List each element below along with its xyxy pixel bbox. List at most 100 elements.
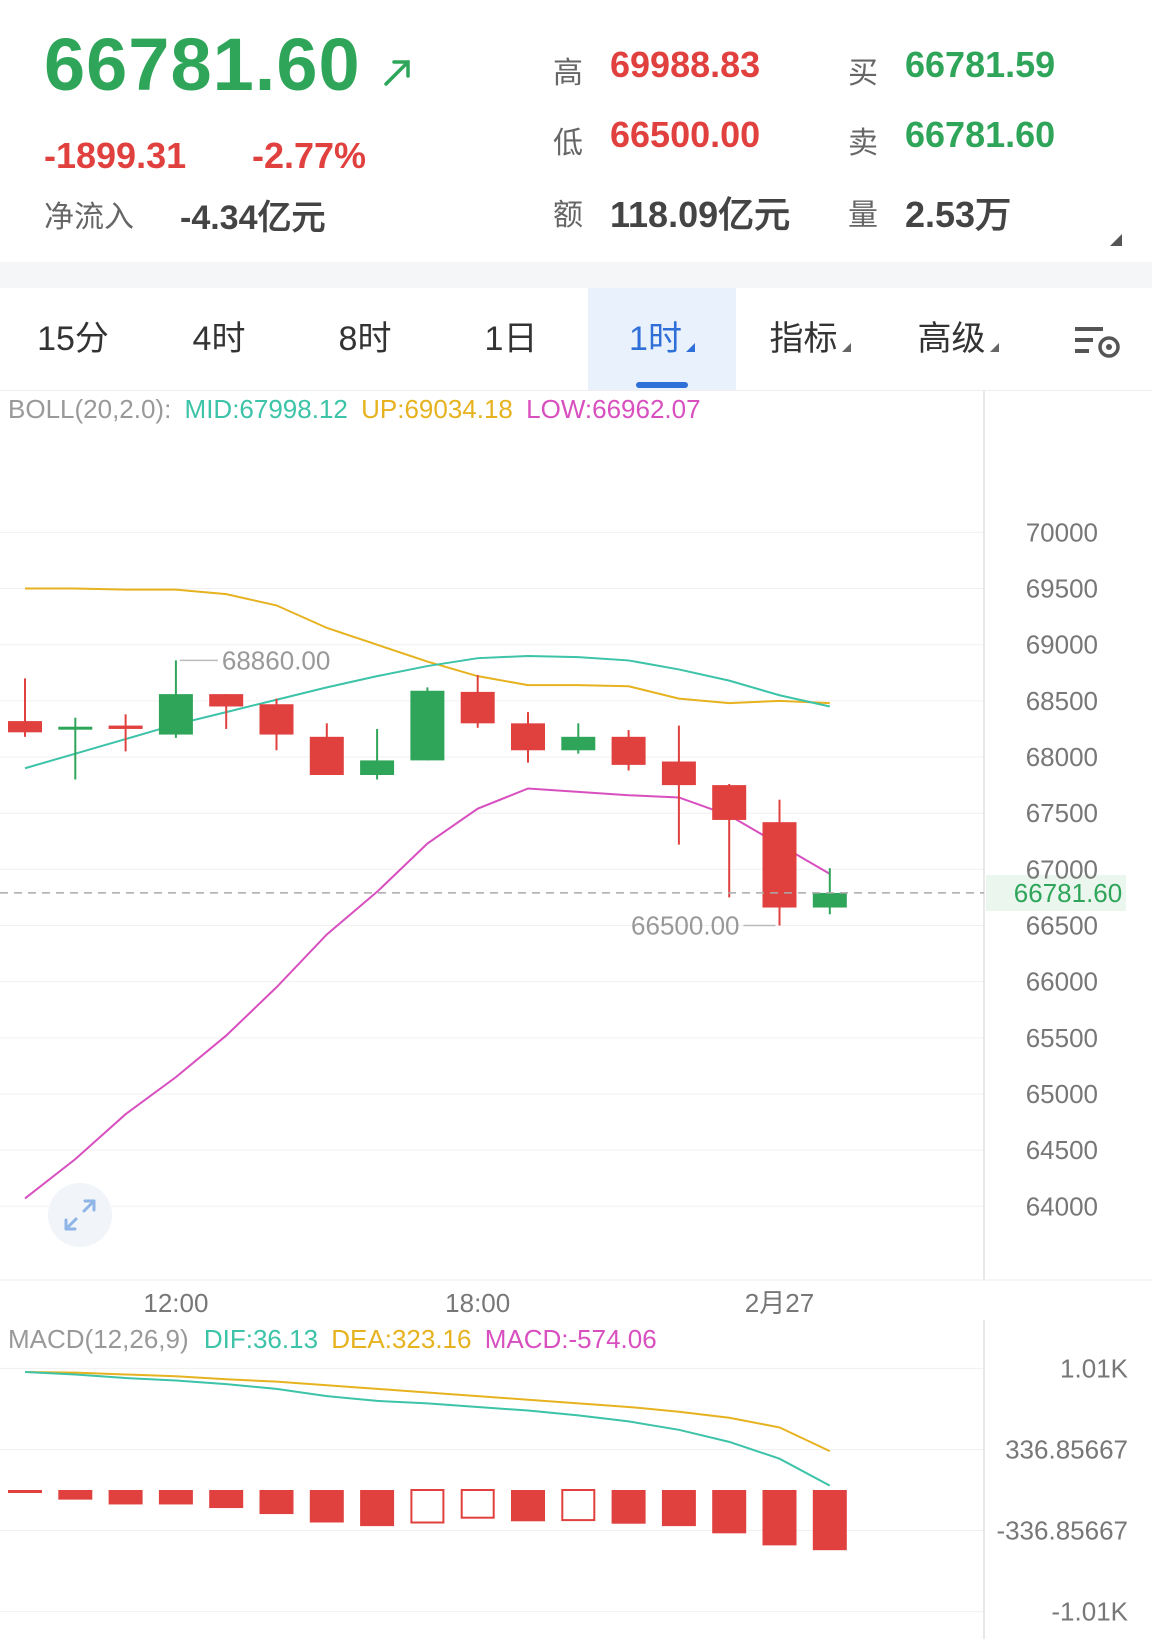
amount-label: 额	[553, 199, 583, 232]
tab-label: 15分	[37, 320, 109, 358]
macd-bar	[511, 1490, 545, 1522]
macd-chart[interactable]: 1.01K 336.85667 -336.85667 -1.01K MACD(12,2…	[0, 1320, 1152, 1639]
candle-body	[259, 704, 294, 735]
macd-bar	[58, 1490, 93, 1500]
volume-label: 量	[848, 199, 878, 232]
candle	[410, 687, 445, 761]
price-change: -1899.31	[44, 135, 187, 176]
candlestick-chart[interactable]: 68860.0066500.0066781.60 700006950069000…	[0, 390, 1152, 1320]
y-tick-label: 64000	[1026, 1191, 1098, 1221]
chart-settings-button[interactable]	[1042, 288, 1152, 390]
candle	[360, 728, 395, 780]
candle	[611, 730, 646, 771]
y-tick-label: 69000	[1026, 630, 1098, 660]
candle-body	[712, 785, 747, 820]
expand-quote-icon[interactable]	[1110, 234, 1122, 246]
net-inflow-label: 净流入	[44, 201, 134, 234]
macd-bar	[259, 1490, 294, 1515]
macd-bar	[762, 1490, 797, 1546]
dea-line	[24, 1371, 831, 1453]
y-tick-label: 64500	[1026, 1135, 1098, 1165]
y-tick-label: 69500	[1026, 574, 1098, 604]
fullscreen-button[interactable]	[48, 1183, 112, 1247]
candle	[58, 717, 93, 780]
last-price: 66781.60	[44, 23, 361, 106]
candle	[762, 799, 797, 926]
macd-bar	[460, 1489, 495, 1519]
candle-body	[511, 723, 545, 751]
candle	[209, 694, 244, 729]
volume-value: 2.53万	[905, 194, 1012, 235]
trend-up-arrow-icon	[382, 56, 414, 93]
tab-15min[interactable]: 15分	[0, 288, 146, 390]
candle	[460, 675, 495, 728]
boll-legend: BOLL(20,2.0): MID:67998.12 UP:69034.18 L…	[8, 394, 701, 424]
active-tab-indicator	[636, 382, 688, 388]
macd-bar	[158, 1490, 193, 1505]
macd-bar	[108, 1490, 143, 1505]
macd-bar	[712, 1490, 747, 1534]
y-tick-label: 68000	[1026, 742, 1098, 772]
boll-up-line	[25, 587, 830, 705]
x-tick-label: 12:00	[143, 1288, 208, 1318]
high-value: 69988.83	[610, 44, 761, 85]
candle-body	[8, 721, 42, 733]
tab-label: 1时	[629, 320, 682, 358]
candle	[511, 712, 545, 763]
tab-label: 4时	[192, 320, 246, 358]
macd-bar	[611, 1490, 646, 1524]
macd-bar	[360, 1490, 395, 1527]
macd-legend: MACD(12,26,9) DIF:36.13 DEA:323.16 MACD:…	[8, 1324, 657, 1354]
x-tick-label: 18:00	[445, 1288, 510, 1318]
tab-4h[interactable]: 4时	[146, 288, 292, 390]
candle	[309, 723, 344, 775]
candle-body	[309, 736, 344, 775]
tab-label: 高级	[917, 320, 986, 358]
boll-mid: MID:67998.12	[185, 394, 348, 424]
macd-y-tick-label: -336.85667	[996, 1516, 1128, 1546]
dif-line	[24, 1371, 831, 1487]
candle	[108, 714, 143, 752]
chart-settings-icon	[1075, 327, 1120, 358]
candle-body	[58, 726, 93, 730]
tab-advanced[interactable]: 高级	[884, 288, 1032, 390]
candle	[661, 725, 696, 845]
low-label: 低	[553, 127, 583, 160]
high-label: 高	[553, 57, 583, 90]
macd-bar	[410, 1489, 445, 1524]
macd-y-tick-label: 1.01K	[1060, 1353, 1129, 1383]
candle-body	[812, 892, 847, 908]
macd-bar	[561, 1489, 596, 1522]
candle	[561, 723, 596, 754]
y-tick-label: 70000	[1026, 517, 1098, 547]
section-divider	[0, 262, 1152, 288]
dropdown-corner-icon	[989, 343, 999, 352]
high-marker-label: 68860.00	[222, 645, 330, 675]
y-tick-label: 65500	[1026, 1023, 1098, 1053]
candle-body	[108, 725, 143, 729]
tab-1h[interactable]: 1时	[588, 288, 736, 390]
tab-8h[interactable]: 8时	[292, 288, 438, 390]
boll-low: LOW:66962.07	[526, 394, 700, 424]
bid-label: 买	[848, 57, 878, 90]
macd-bar	[209, 1490, 244, 1509]
macd-title: MACD(12,26,9)	[8, 1324, 189, 1354]
low-value: 66500.00	[610, 114, 761, 155]
boll-up: UP:69034.18	[361, 394, 513, 424]
x-tick-label: 2月27	[745, 1288, 814, 1318]
macd-bar	[8, 1490, 42, 1493]
macd-bar	[661, 1490, 696, 1527]
y-tick-label: 66500	[1026, 911, 1098, 941]
candle	[259, 698, 294, 751]
y-tick-label: 66000	[1026, 967, 1098, 997]
tab-1d[interactable]: 1日	[438, 288, 584, 390]
ask-value: 66781.60	[905, 114, 1056, 155]
bid-value: 66781.59	[905, 44, 1056, 85]
tab-indicators[interactable]: 指标	[736, 288, 884, 390]
candle-body	[762, 822, 797, 908]
net-inflow-value: -4.34亿元	[180, 199, 326, 237]
candle-body	[611, 736, 646, 765]
macd-dea: DEA:323.16	[331, 1324, 471, 1354]
macd-y-tick-label: -1.01K	[1051, 1597, 1128, 1627]
macd-dif: DIF:36.13	[204, 1324, 318, 1354]
